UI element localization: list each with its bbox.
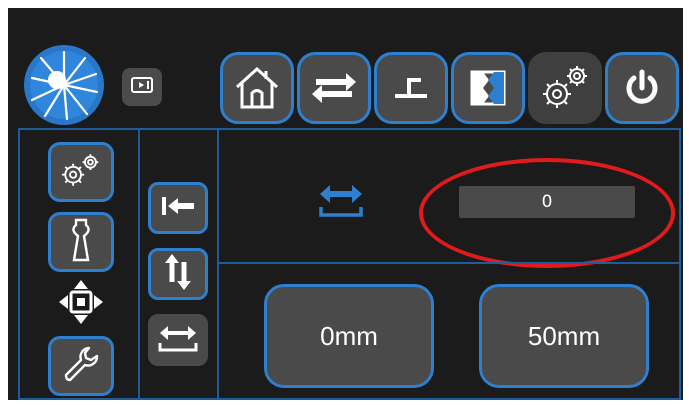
horizontal-width-icon [317,180,365,224]
sunburst-logo-icon [23,44,105,126]
preset-label: 0mm [320,320,378,351]
split-door-icon [465,65,511,111]
up-down-arrows-icon [161,252,195,296]
sidebar-item-weight[interactable] [48,212,114,272]
swap-button[interactable] [297,52,371,124]
horizontal-axis-button[interactable] [148,314,208,366]
gears-icon [56,148,106,196]
settings-button[interactable] [528,52,602,124]
power-button[interactable] [605,52,679,124]
step-icon [385,68,437,108]
sidebar-item-move[interactable] [48,274,114,334]
step-button[interactable] [374,52,448,124]
axis-control-area: 0 0mm 50mm [219,130,679,398]
category-sidebar [20,130,140,398]
preset-50mm-button[interactable]: 50mm [479,284,649,388]
settings-panel: 0 0mm 50mm [18,128,681,400]
home-icon [231,63,283,113]
tool-column [140,130,219,398]
sidebar-item-settings[interactable] [48,142,114,202]
home-button[interactable] [220,52,294,124]
video-camera-icon [130,75,154,99]
split-button[interactable] [451,52,525,124]
arrow-to-left-bar-icon [158,194,198,222]
preset-0mm-button[interactable]: 0mm [264,284,434,388]
move-arrows-icon [56,277,106,331]
row-divider [219,262,679,264]
move-to-left-button[interactable] [148,182,208,234]
gears-icon [535,60,595,116]
vertical-axis-button[interactable] [148,248,208,300]
video-camera-button[interactable] [122,68,162,106]
position-value-field[interactable]: 0 [459,186,635,218]
power-icon [620,66,664,110]
preset-label: 50mm [527,320,601,351]
swap-arrows-icon [308,65,360,111]
app-screen: 0 0mm 50mm [8,8,683,400]
weight-icon [66,216,96,268]
top-toolbar [8,8,683,130]
wrench-icon [61,344,101,388]
sidebar-item-tools[interactable] [48,336,114,396]
horizontal-width-icon [157,323,199,357]
position-value: 0 [541,192,553,212]
